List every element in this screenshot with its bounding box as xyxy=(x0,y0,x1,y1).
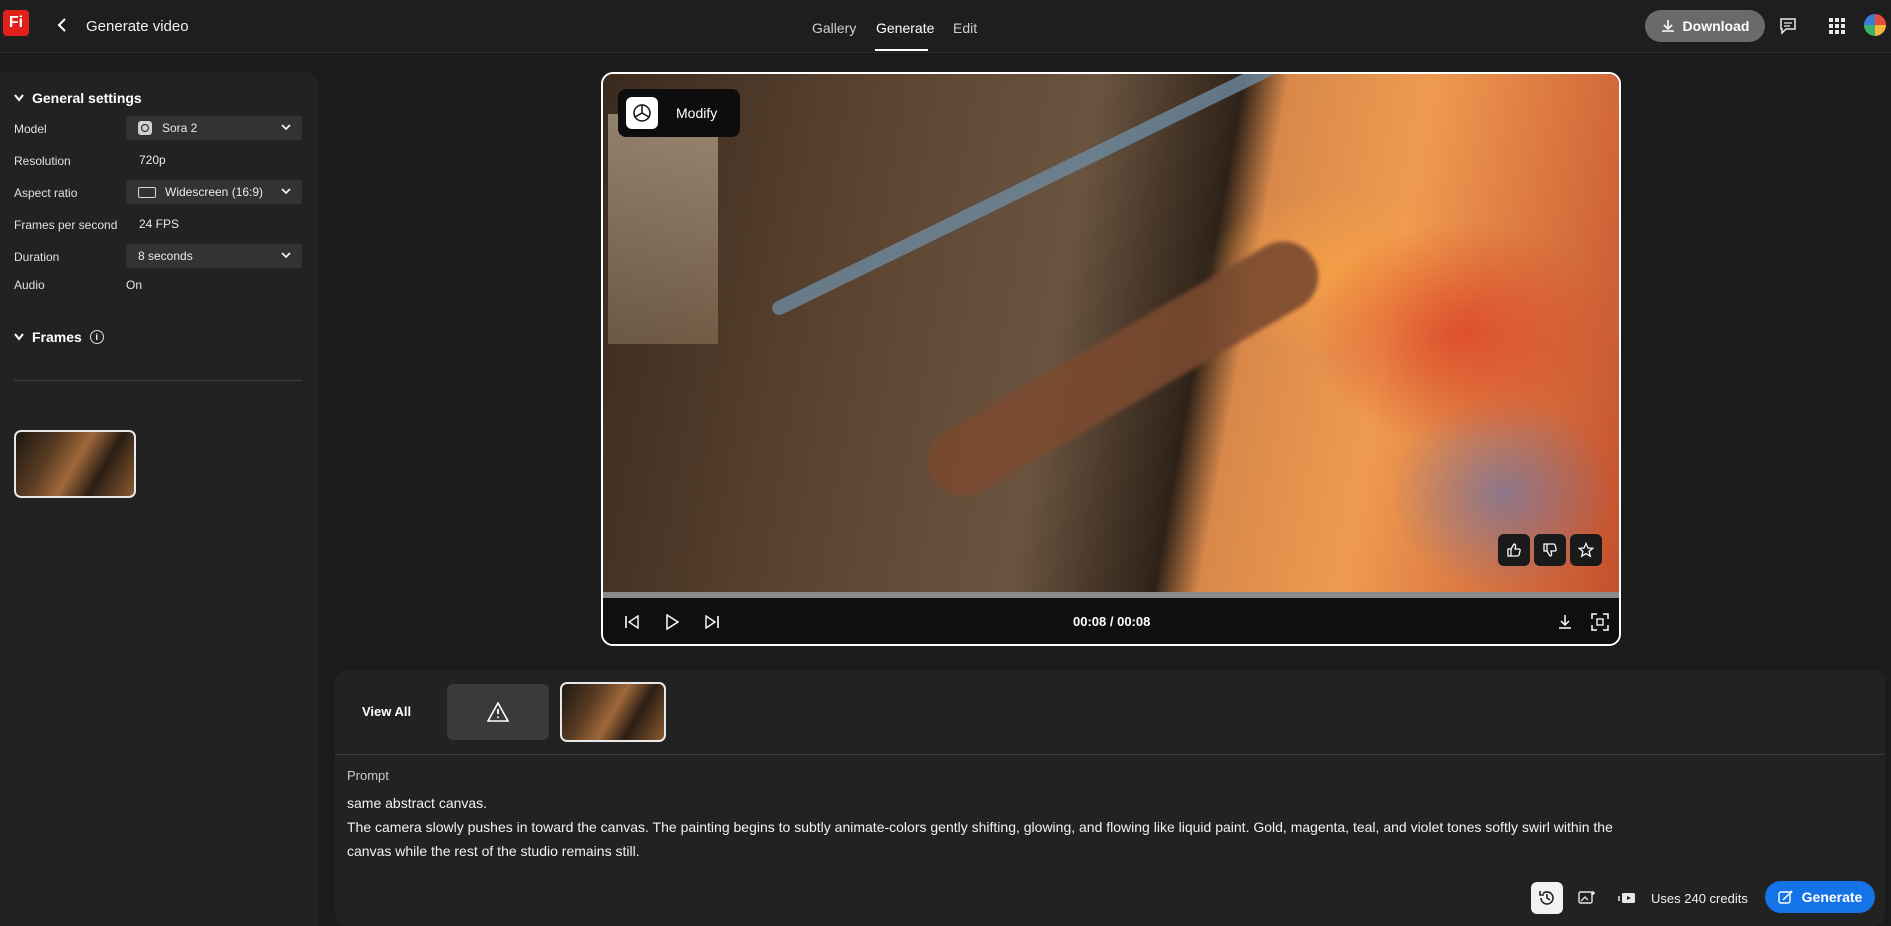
download-icon xyxy=(1661,20,1674,32)
info-icon[interactable]: i xyxy=(89,330,104,344)
audio-label: Audio xyxy=(14,278,45,292)
tab-edit[interactable]: Edit xyxy=(953,20,977,36)
audio-value: On xyxy=(126,278,143,292)
duration-label: Duration xyxy=(14,250,60,264)
paintbrush-image xyxy=(769,74,1280,318)
resolution-label: Resolution xyxy=(14,154,71,168)
app-logo[interactable]: Fi xyxy=(3,10,29,36)
play-icon[interactable] xyxy=(661,611,683,633)
aspect-ratio-dropdown[interactable]: Widescreen (16:9) xyxy=(126,180,302,204)
tab-generate[interactable]: Generate xyxy=(876,20,934,36)
active-tab-indicator xyxy=(875,49,928,51)
credits-text: Uses 240 credits xyxy=(1651,891,1748,906)
prompt-line: The camera slowly pushes in toward the c… xyxy=(347,819,1613,835)
back-button[interactable] xyxy=(52,14,72,36)
generate-label: Generate xyxy=(1801,889,1863,905)
generate-button[interactable]: Generate xyxy=(1765,881,1875,913)
widescreen-icon xyxy=(138,186,156,198)
avatar[interactable] xyxy=(1862,12,1888,38)
download-icon[interactable] xyxy=(1554,611,1576,633)
prompt-input[interactable]: same abstract canvas. The camera slowly … xyxy=(347,791,1747,863)
star-icon[interactable] xyxy=(1570,534,1602,566)
fullscreen-icon[interactable] xyxy=(1589,611,1611,633)
generation-thumbnail[interactable] xyxy=(560,682,666,742)
rating-bar xyxy=(1498,534,1606,566)
aspect-ratio-value: Widescreen (16:9) xyxy=(165,185,264,199)
prompt-label: Prompt xyxy=(347,768,389,783)
chevron-down-icon xyxy=(281,124,291,131)
frames-title: Frames xyxy=(32,329,82,345)
sidebar-divider xyxy=(14,380,302,381)
skip-back-icon[interactable] xyxy=(621,611,643,633)
thumbs-up-icon[interactable] xyxy=(1498,534,1530,566)
modify-button[interactable]: Modify xyxy=(618,89,740,137)
video-frame[interactable] xyxy=(603,74,1619,592)
chevron-down-icon xyxy=(14,333,24,341)
resolution-value: 720p xyxy=(139,153,166,167)
view-all-button[interactable]: View All xyxy=(362,704,411,719)
fps-label: Frames per second xyxy=(14,218,118,232)
duration-dropdown[interactable]: 8 seconds xyxy=(126,244,302,268)
warning-icon xyxy=(487,702,509,722)
general-settings-title: General settings xyxy=(32,90,142,106)
painting-arm-image xyxy=(914,228,1332,510)
top-bar: Fi Generate video Gallery Generate Edit … xyxy=(0,0,1891,53)
panel-divider xyxy=(335,754,1885,755)
chevron-left-icon xyxy=(57,18,66,32)
comment-icon[interactable] xyxy=(1776,14,1800,38)
prompt-line: canvas while the rest of the studio rema… xyxy=(347,843,640,859)
settings-sidebar: General settings Model Sora 2 Resolution… xyxy=(0,72,319,926)
fps-value: 24 FPS xyxy=(139,217,180,231)
aspect-ratio-label: Aspect ratio xyxy=(14,186,78,200)
video-settings-icon[interactable] xyxy=(1611,882,1643,914)
chevron-down-icon xyxy=(281,188,291,195)
prompt-panel: View All Prompt same abstract canvas. Th… xyxy=(335,670,1885,926)
download-label: Download xyxy=(1682,18,1750,34)
skip-forward-icon[interactable] xyxy=(701,611,723,633)
duration-value: 8 seconds xyxy=(138,249,193,263)
openai-icon xyxy=(138,121,152,135)
video-player: Modify 00:08 / 00:08 xyxy=(601,72,1621,646)
frames-header[interactable]: Frames i xyxy=(14,329,104,345)
download-button[interactable]: Download xyxy=(1645,10,1765,42)
history-icon[interactable] xyxy=(1531,882,1563,914)
failed-generation-tile[interactable] xyxy=(447,684,549,740)
apps-grid-icon[interactable] xyxy=(1825,14,1849,38)
page-title: Generate video xyxy=(86,18,189,35)
model-label: Model xyxy=(14,122,47,136)
model-dropdown[interactable]: Sora 2 xyxy=(126,116,302,140)
studio-window-image xyxy=(608,114,718,344)
thumbs-down-icon[interactable] xyxy=(1534,534,1566,566)
model-value: Sora 2 xyxy=(162,121,198,135)
openai-icon xyxy=(626,97,658,129)
sparkle-edit-icon xyxy=(1777,890,1793,904)
tab-gallery[interactable]: Gallery xyxy=(812,20,856,36)
chevron-down-icon xyxy=(14,94,24,102)
time-readout: 00:08 / 00:08 xyxy=(1073,614,1151,629)
image-reference-icon[interactable] xyxy=(1571,882,1603,914)
modify-label: Modify xyxy=(676,105,718,121)
player-controls: 00:08 / 00:08 xyxy=(603,598,1619,644)
prompt-line: same abstract canvas. xyxy=(347,795,488,811)
chevron-down-icon xyxy=(281,252,291,259)
general-settings-header[interactable]: General settings xyxy=(14,90,142,106)
frame-thumbnail[interactable] xyxy=(14,430,136,498)
